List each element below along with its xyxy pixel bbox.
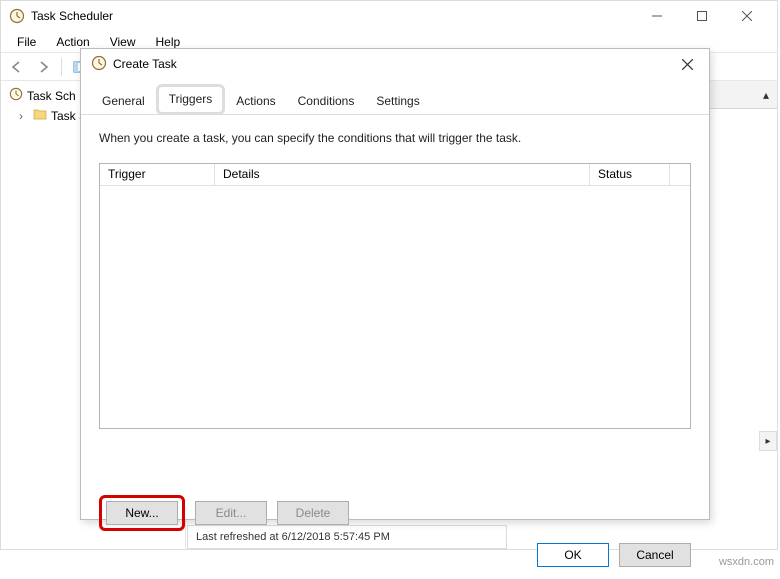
toolbar-separator [61, 58, 62, 76]
dialog-body: When you create a task, you can specify … [81, 115, 709, 483]
col-status[interactable]: Status [590, 164, 670, 185]
clock-icon [91, 55, 107, 74]
grid-header: Trigger Details Status [100, 164, 690, 186]
triggers-grid: Trigger Details Status [99, 163, 691, 429]
folder-icon [33, 108, 47, 123]
tab-general[interactable]: General [91, 88, 156, 114]
dialog-button-row: OK Cancel [81, 535, 709, 579]
cancel-button[interactable]: Cancel [619, 543, 691, 567]
scroll-right-button[interactable]: ▸ [759, 431, 777, 451]
chevron-up-icon[interactable]: ▴ [763, 88, 769, 102]
grid-body[interactable] [100, 186, 690, 428]
clock-icon [9, 87, 23, 104]
back-button[interactable] [5, 56, 29, 78]
tab-actions[interactable]: Actions [225, 88, 286, 114]
minimize-button[interactable] [634, 2, 679, 30]
col-details[interactable]: Details [215, 164, 590, 185]
tab-settings[interactable]: Settings [365, 88, 430, 114]
col-trigger[interactable]: Trigger [100, 164, 215, 185]
tab-conditions[interactable]: Conditions [287, 88, 366, 114]
delete-button: Delete [277, 501, 349, 525]
main-titlebar: Task Scheduler [1, 1, 777, 31]
ok-button[interactable]: OK [537, 543, 609, 567]
tab-triggers[interactable]: Triggers [156, 84, 226, 115]
forward-button[interactable] [31, 56, 55, 78]
window-controls [634, 2, 769, 30]
col-spacer [670, 164, 690, 185]
maximize-button[interactable] [679, 2, 724, 30]
new-button-highlight: New... [99, 495, 185, 531]
tree-root-label: Task Sch [27, 89, 76, 103]
new-button[interactable]: New... [106, 501, 178, 525]
dialog-tabs: General Triggers Actions Conditions Sett… [81, 79, 709, 115]
dialog-titlebar: Create Task [81, 49, 709, 79]
trigger-button-row: New... Edit... Delete [81, 483, 709, 535]
menu-file[interactable]: File [7, 33, 46, 51]
app-title: Task Scheduler [31, 9, 113, 23]
dialog-title: Create Task [113, 57, 177, 71]
triggers-hint: When you create a task, you can specify … [99, 131, 691, 145]
clock-icon [9, 8, 25, 24]
dialog-close-button[interactable] [675, 54, 699, 74]
chevron-right-icon[interactable]: › [19, 109, 29, 123]
close-button[interactable] [724, 2, 769, 30]
edit-button: Edit... [195, 501, 267, 525]
watermark: wsxdn.com [719, 556, 774, 568]
create-task-dialog: Create Task General Triggers Actions Con… [80, 48, 710, 520]
